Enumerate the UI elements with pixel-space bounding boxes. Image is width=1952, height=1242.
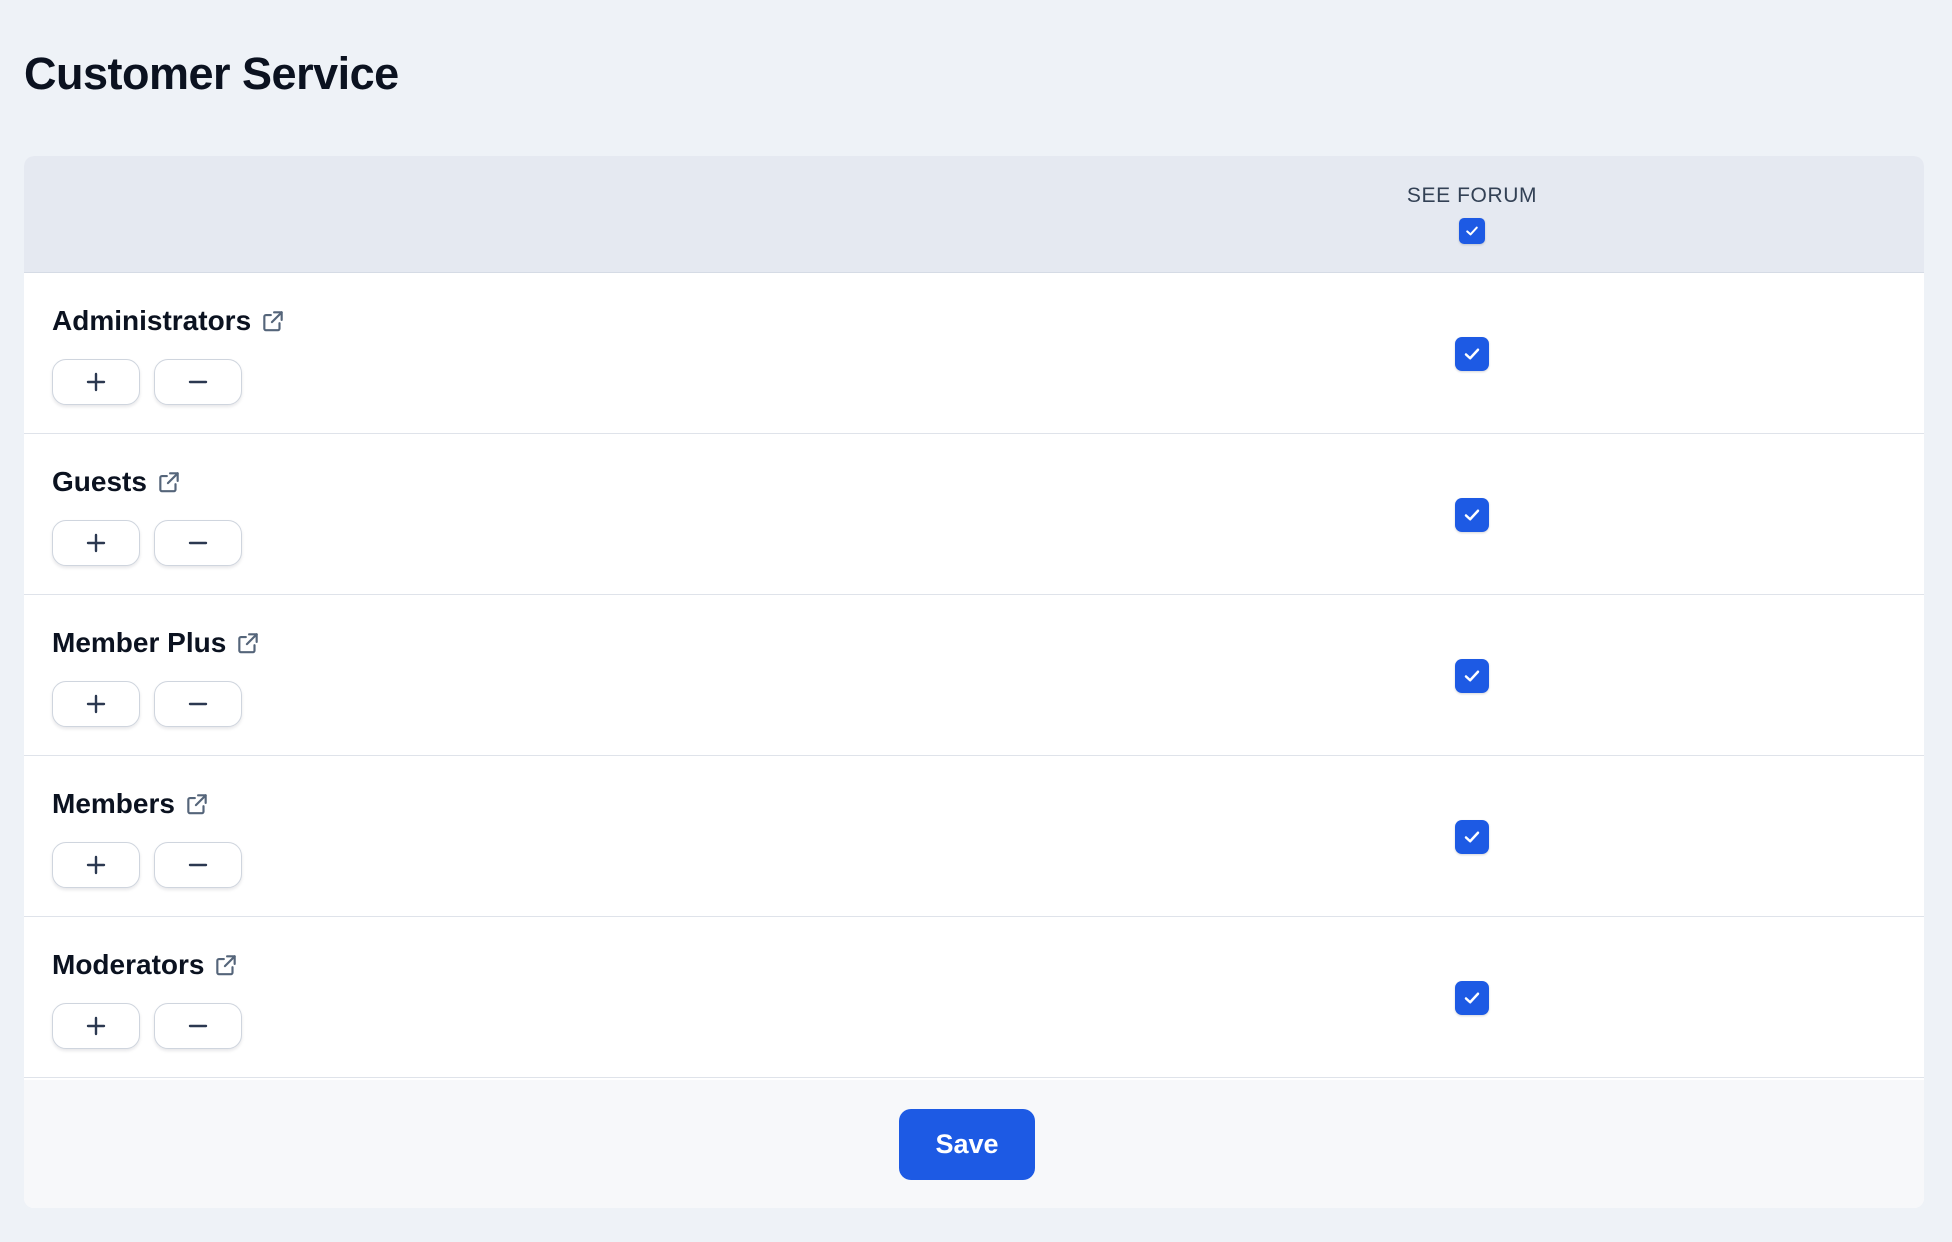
group-name-label: Administrators bbox=[52, 305, 252, 336]
table-row: Member Plus bbox=[24, 595, 1924, 756]
check-icon bbox=[1464, 670, 1480, 682]
row-action-buttons bbox=[52, 842, 242, 888]
see-forum-checkbox[interactable] bbox=[1455, 659, 1489, 693]
see-forum-checkbox[interactable] bbox=[1455, 981, 1489, 1015]
revoke-all-button[interactable] bbox=[154, 359, 242, 405]
row-action-buttons bbox=[52, 520, 242, 566]
row-action-buttons bbox=[52, 359, 242, 405]
table-body: Administrators Guests Member Plus Member… bbox=[24, 273, 1924, 1078]
see-forum-checkbox[interactable] bbox=[1455, 820, 1489, 854]
plus-icon bbox=[86, 1016, 106, 1036]
minus-icon bbox=[188, 863, 208, 867]
group-name-label: Moderators bbox=[52, 949, 205, 980]
minus-icon bbox=[188, 1024, 208, 1028]
select-all-checkbox[interactable] bbox=[1459, 218, 1485, 244]
table-row: Moderators bbox=[24, 917, 1924, 1078]
plus-icon bbox=[86, 855, 106, 875]
see-forum-checkbox[interactable] bbox=[1455, 337, 1489, 371]
table-footer: Save bbox=[24, 1080, 1924, 1208]
table-header: SEE FORUM bbox=[24, 156, 1924, 273]
external-link-icon[interactable] bbox=[259, 307, 287, 335]
grant-all-button[interactable] bbox=[52, 520, 140, 566]
group-name-label: Guests bbox=[52, 466, 147, 497]
row-action-buttons bbox=[52, 681, 242, 727]
check-icon bbox=[1464, 992, 1480, 1004]
grant-all-button[interactable] bbox=[52, 681, 140, 727]
plus-icon bbox=[86, 533, 106, 553]
external-link-icon[interactable] bbox=[183, 790, 211, 818]
revoke-all-button[interactable] bbox=[154, 520, 242, 566]
revoke-all-button[interactable] bbox=[154, 1003, 242, 1049]
permissions-panel: SEE FORUM Administrators Guests Member P… bbox=[24, 156, 1924, 1208]
grant-all-button[interactable] bbox=[52, 1003, 140, 1049]
check-icon bbox=[1464, 831, 1480, 843]
check-icon bbox=[1464, 348, 1480, 360]
external-link-icon[interactable] bbox=[212, 951, 240, 979]
revoke-all-button[interactable] bbox=[154, 681, 242, 727]
row-action-buttons bbox=[52, 1003, 242, 1049]
grant-all-button[interactable] bbox=[52, 359, 140, 405]
group-name-label: Members bbox=[52, 788, 175, 819]
table-row: Guests bbox=[24, 434, 1924, 595]
column-header-see-forum: SEE FORUM bbox=[1384, 184, 1560, 244]
see-forum-checkbox[interactable] bbox=[1455, 498, 1489, 532]
table-row: Members bbox=[24, 756, 1924, 917]
plus-icon bbox=[86, 694, 106, 714]
external-link-icon[interactable] bbox=[155, 468, 183, 496]
group-name: Guests bbox=[52, 466, 183, 498]
minus-icon bbox=[188, 702, 208, 706]
table-row: Administrators bbox=[24, 273, 1924, 434]
revoke-all-button[interactable] bbox=[154, 842, 242, 888]
page-title: Customer Service bbox=[24, 48, 399, 99]
save-button[interactable]: Save bbox=[899, 1108, 1035, 1180]
group-name: Administrators bbox=[52, 305, 287, 337]
grant-all-button[interactable] bbox=[52, 842, 140, 888]
group-name-label: Member Plus bbox=[52, 627, 227, 658]
check-icon bbox=[1464, 509, 1480, 521]
minus-icon bbox=[188, 541, 208, 545]
group-name: Members bbox=[52, 788, 211, 820]
plus-icon bbox=[86, 372, 106, 392]
group-name: Moderators bbox=[52, 949, 240, 981]
minus-icon bbox=[188, 380, 208, 384]
column-header-label: SEE FORUM bbox=[1406, 184, 1538, 207]
check-icon bbox=[1466, 226, 1478, 236]
group-name: Member Plus bbox=[52, 627, 262, 659]
external-link-icon[interactable] bbox=[234, 629, 262, 657]
